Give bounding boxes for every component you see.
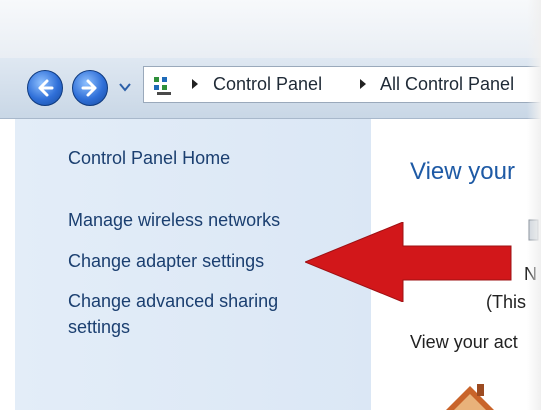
change-adapter-settings-link[interactable]: Change adapter settings	[68, 248, 264, 274]
control-panel-home-link[interactable]: Control Panel Home	[68, 145, 230, 171]
forward-button[interactable]	[72, 70, 108, 106]
breadcrumb-separator-icon[interactable]	[358, 78, 368, 90]
breadcrumb-control-panel[interactable]: Control Panel	[213, 74, 322, 95]
forward-arrow-icon	[81, 79, 97, 97]
window-top-strip	[0, 0, 541, 58]
network-house-icon	[446, 384, 494, 410]
red-pointer-arrow	[305, 222, 512, 302]
breadcrumb-all-control-panel[interactable]: All Control Panel	[380, 74, 514, 95]
breadcrumb-separator-icon[interactable]	[190, 78, 200, 90]
view-active-networks-heading: View your act	[410, 332, 518, 352]
control-panel-icon	[154, 77, 171, 95]
page-title: View your	[410, 158, 515, 185]
change-advanced-sharing-settings-link[interactable]: Change advanced sharing settings	[68, 288, 338, 340]
manage-wireless-networks-link[interactable]: Manage wireless networks	[68, 207, 280, 233]
back-arrow-icon	[38, 79, 54, 97]
back-button[interactable]	[27, 70, 63, 106]
history-dropdown-icon[interactable]	[118, 80, 132, 94]
window-edge	[527, 0, 541, 410]
